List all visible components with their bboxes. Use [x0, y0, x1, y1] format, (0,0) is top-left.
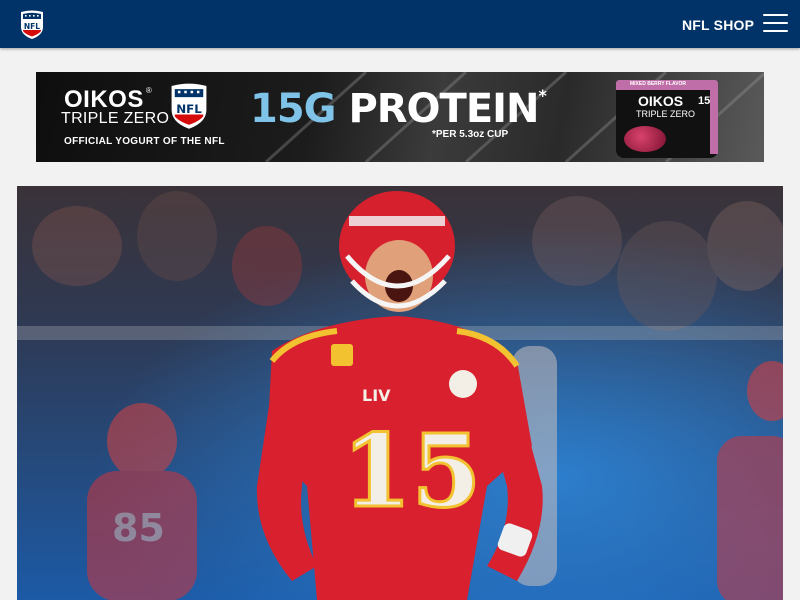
- cup-brand: OIKOS: [638, 93, 684, 109]
- hamburger-menu-icon: [763, 14, 788, 16]
- yogurt-cup-image: MIXED BERRY FLAVOR OIKOS TRIPLE ZERO 15: [616, 80, 718, 158]
- ad-brand-text: OIKOS: [64, 86, 144, 113]
- oikos-ad-banner[interactable]: OIKOS ® TRIPLE ZERO OFFICIAL YOGURT OF TH…: [36, 72, 764, 162]
- ad-headline-mark: *: [538, 86, 547, 105]
- svg-text:85: 85: [112, 506, 165, 550]
- top-nav-bar: NFL NFL SHOP: [0, 0, 800, 48]
- ad-brand-mark: ®: [145, 86, 153, 95]
- ad-official-text: OFFICIAL YOGURT OF THE NFL: [64, 136, 225, 147]
- hamburger-menu-button[interactable]: [763, 14, 788, 34]
- jersey-number: 15: [342, 412, 481, 530]
- svg-text:NFL: NFL: [24, 22, 40, 31]
- ad-headline-number: 15G: [250, 86, 336, 132]
- svg-text:NFL: NFL: [176, 102, 202, 116]
- ad-headline-word: PROTEIN: [348, 86, 539, 132]
- cup-subbrand: TRIPLE ZERO: [636, 109, 696, 119]
- ad-footnote: *PER 5.3oz CUP: [432, 129, 509, 140]
- cup-stripe: [710, 90, 718, 154]
- hamburger-line: [763, 22, 788, 24]
- nfl-shield-icon: NFL: [171, 83, 207, 129]
- hero-image[interactable]: 85 15 LIV: [17, 186, 783, 600]
- cup-count: 15: [698, 95, 711, 107]
- hero-photo-illustration: 85 15 LIV: [17, 186, 783, 600]
- berry-graphic: [624, 126, 666, 152]
- nfl-shield-icon: NFL: [21, 10, 43, 39]
- hamburger-line: [763, 30, 788, 32]
- cup-flavor: MIXED BERRY FLAVOR: [630, 81, 687, 87]
- nfl-shop-link[interactable]: NFL SHOP: [682, 17, 754, 33]
- nfl-logo-link[interactable]: NFL: [20, 9, 44, 39]
- svg-text:LIV: LIV: [362, 386, 391, 405]
- ad-subbrand: TRIPLE ZERO: [61, 110, 170, 127]
- ad-headline: 15G PROTEIN*: [250, 86, 547, 132]
